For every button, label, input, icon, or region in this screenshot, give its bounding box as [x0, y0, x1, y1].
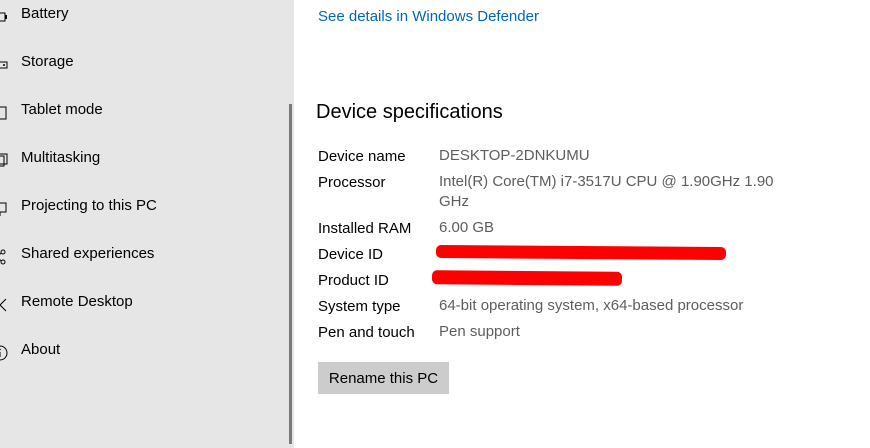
- shared-experiences-icon: [0, 248, 9, 266]
- sidebar-item-shared-experiences[interactable]: Shared experiences: [0, 237, 286, 277]
- sidebar-item-tablet-mode[interactable]: Tablet mode: [0, 93, 286, 133]
- spec-key-installed-ram: Installed RAM: [318, 220, 412, 237]
- spec-value-device-name: DESKTOP-2DNKUMU: [439, 147, 590, 164]
- sidebar-item-storage[interactable]: Storage: [0, 45, 286, 85]
- sidebar-item-label: About: [21, 341, 61, 358]
- multitasking-icon: [0, 152, 9, 170]
- sidebar-scrollbar[interactable]: [289, 104, 292, 444]
- remote-desktop-icon: [0, 296, 9, 314]
- sidebar-item-remote-desktop[interactable]: Remote Desktop: [0, 285, 286, 325]
- sidebar-item-projecting[interactable]: Projecting to this PC: [0, 189, 286, 229]
- sidebar-item-battery[interactable]: Battery: [0, 0, 286, 37]
- spec-value-system-type: 64-bit operating system, x64-based proce…: [439, 297, 744, 314]
- tablet-mode-icon: [0, 104, 9, 122]
- spec-key-system-type: System type: [318, 298, 401, 315]
- sidebar-item-label: Battery: [21, 5, 69, 22]
- sidebar-item-label: Tablet mode: [21, 101, 103, 118]
- spec-key-processor: Processor: [318, 174, 386, 191]
- spec-key-device-id: Device ID: [318, 246, 384, 263]
- sidebar-item-label: Storage: [21, 53, 74, 70]
- sidebar-item-label: Shared experiences: [21, 245, 155, 262]
- spec-value-pen-and-touch: Pen support: [439, 323, 520, 340]
- spec-value-processor: Intel(R) Core(TM) i7-3517U CPU @ 1.90GHz…: [439, 173, 774, 190]
- sidebar: Battery Storage Tablet mode Multitasking…: [0, 0, 294, 448]
- storage-icon: [0, 56, 9, 74]
- sidebar-item-label: Remote Desktop: [21, 293, 133, 310]
- product-id-redaction: [431, 270, 623, 286]
- about-icon: [0, 344, 9, 362]
- spec-value-installed-ram: 6.00 GB: [439, 219, 495, 236]
- sidebar-item-label: Multitasking: [21, 149, 101, 166]
- sidebar-item-label: Projecting to this PC: [21, 197, 157, 214]
- spec-value-processor-cont: GHz: [439, 193, 469, 210]
- sidebar-item-multitasking[interactable]: Multitasking: [0, 141, 286, 181]
- section-title: Device specifications: [316, 101, 503, 123]
- spec-key-product-id: Product ID: [318, 272, 389, 289]
- spec-key-device-name: Device name: [318, 148, 406, 165]
- rename-pc-button[interactable]: Rename this PC: [318, 362, 449, 394]
- windows-defender-link[interactable]: See details in Windows Defender: [318, 8, 539, 25]
- device-id-redaction: [435, 244, 727, 261]
- battery-icon: [0, 8, 9, 26]
- spec-key-pen-and-touch: Pen and touch: [318, 324, 415, 341]
- projecting-icon: [0, 200, 9, 218]
- sidebar-item-about[interactable]: About: [0, 333, 286, 373]
